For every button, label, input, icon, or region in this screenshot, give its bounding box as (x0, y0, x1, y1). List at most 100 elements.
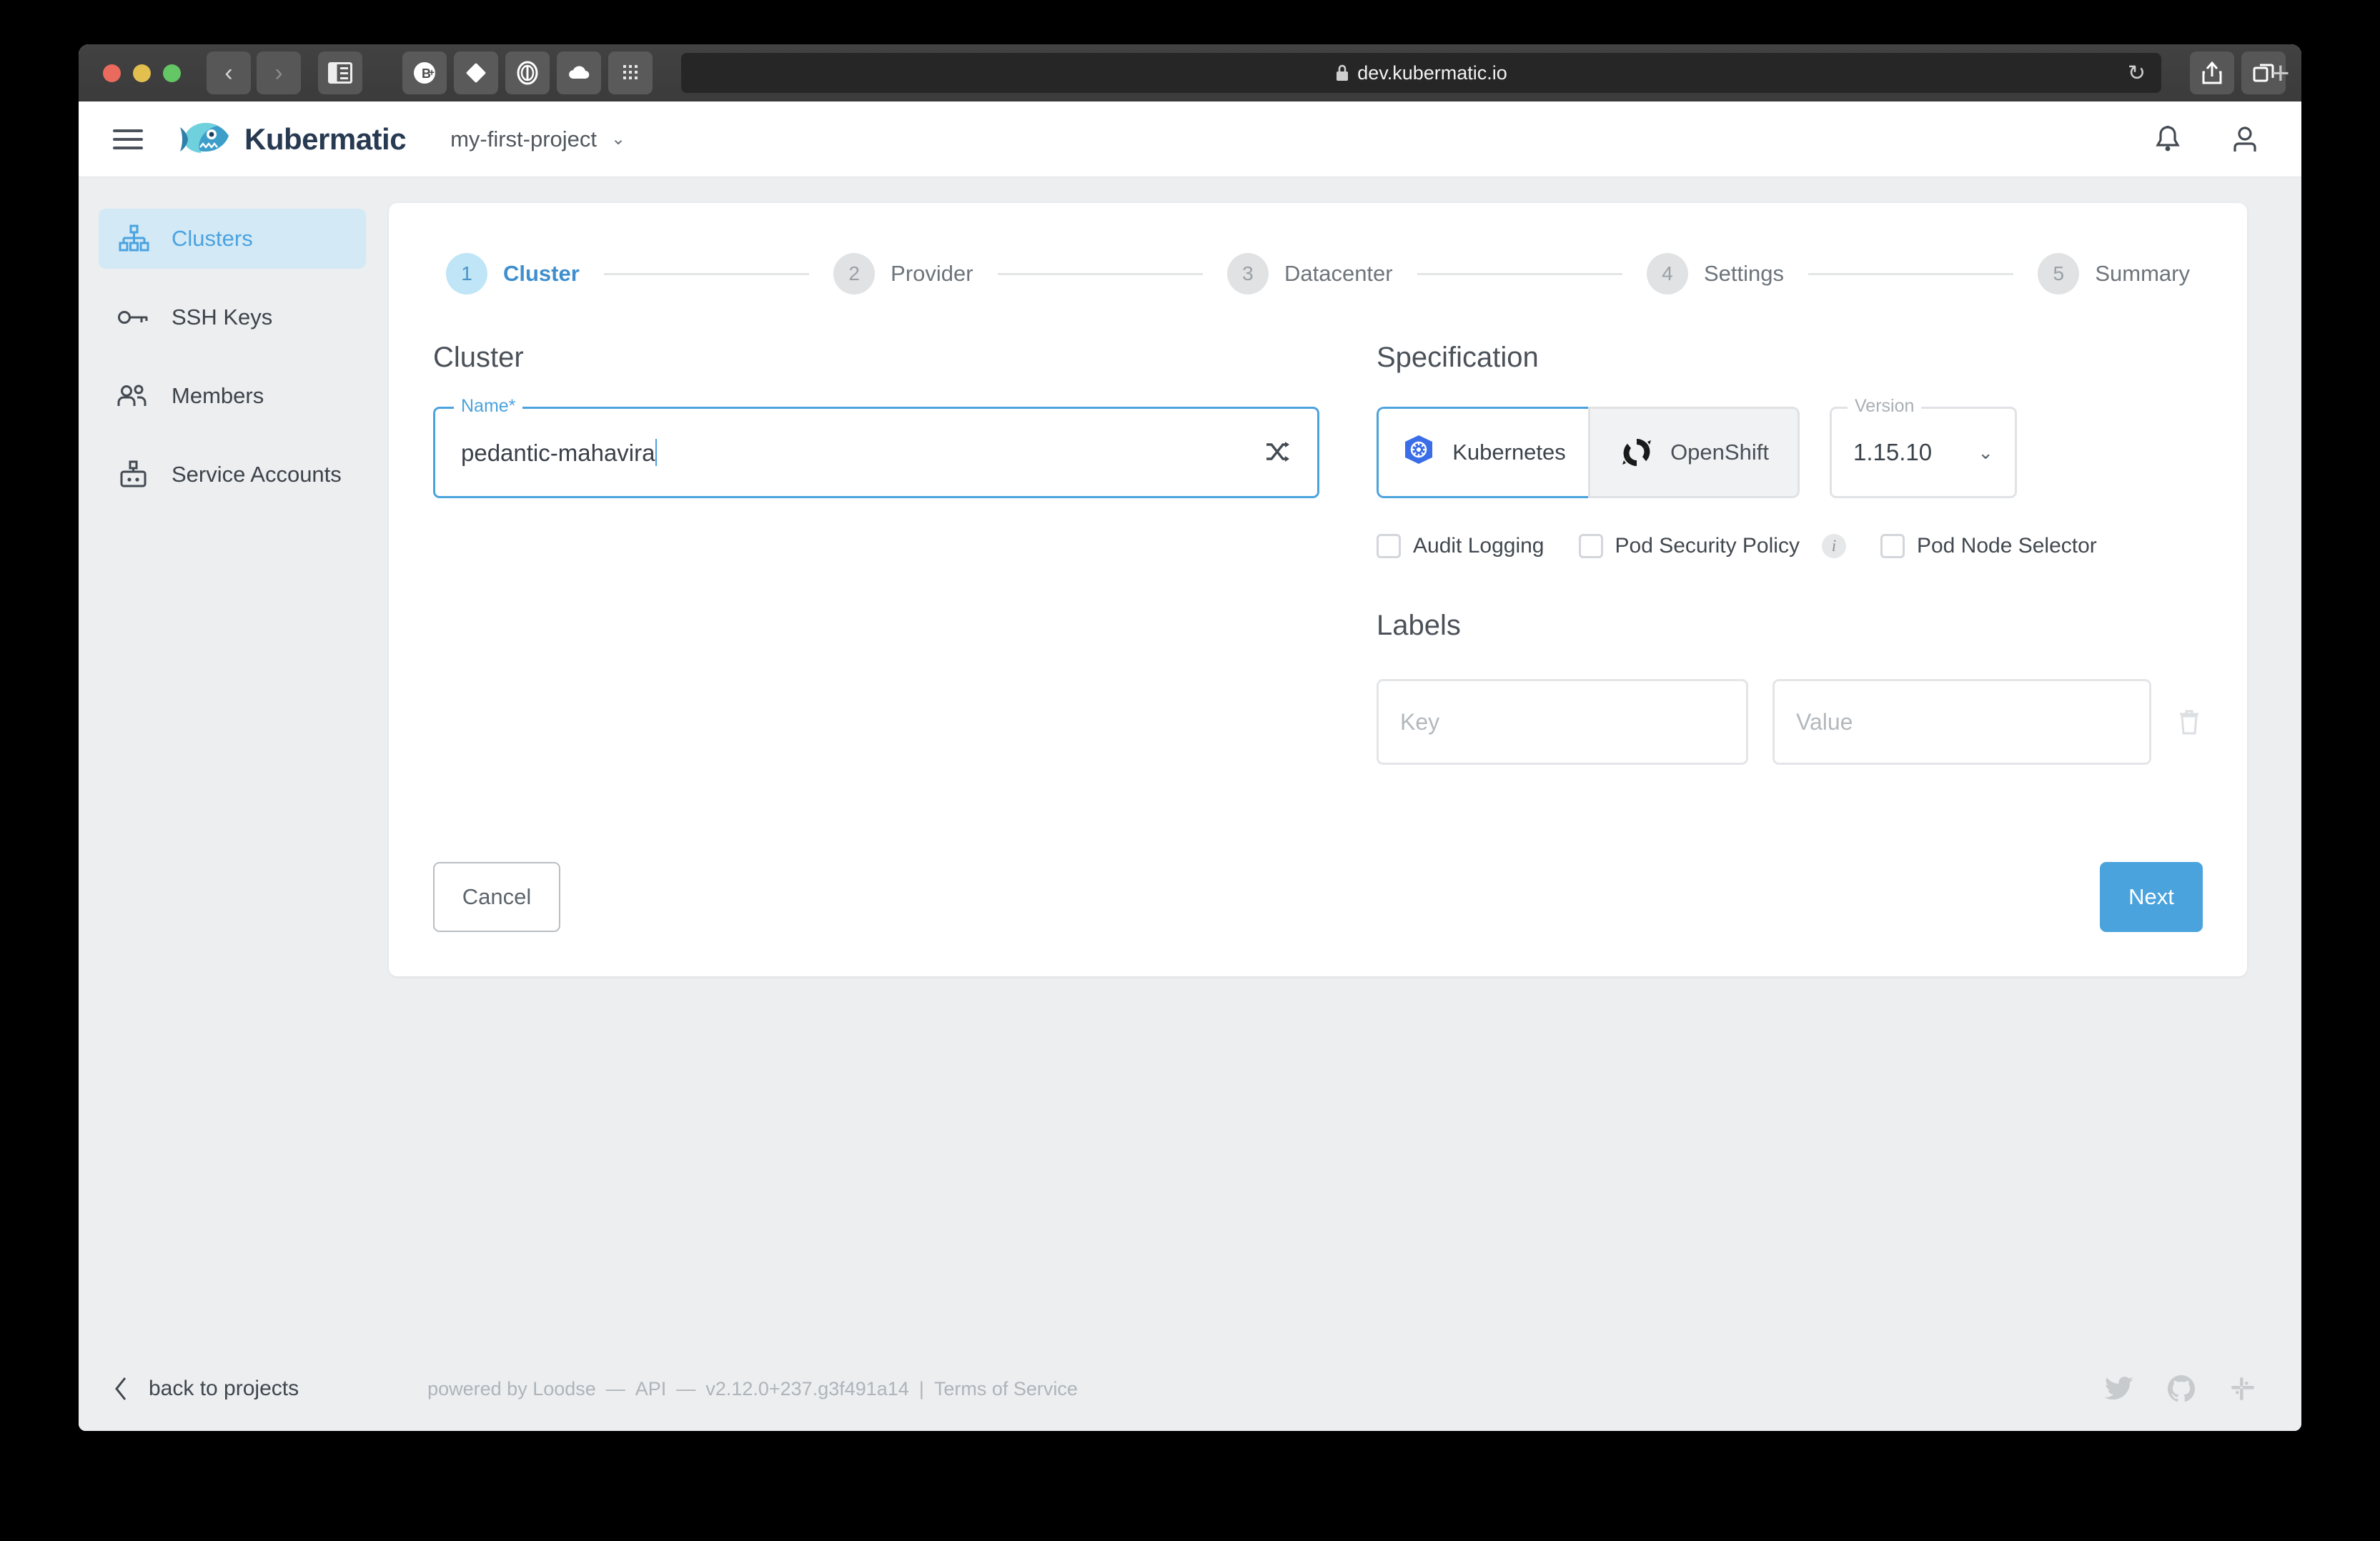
browser-window: ‹ › B + dev.kubermatic.io ↻ Kubermatic m… (79, 44, 2301, 1431)
audit-logging-checkbox[interactable]: Audit Logging (1377, 534, 1544, 558)
service-account-robot-icon (117, 460, 150, 489)
brand-name: Kubermatic (244, 122, 407, 156)
checkbox-box[interactable] (1578, 534, 1603, 558)
terms-of-service-link[interactable]: Terms of Service (934, 1378, 1078, 1400)
step-summary[interactable]: 5 Summary (2038, 253, 2190, 294)
sidebar-item-ssh-keys[interactable]: SSH Keys (99, 287, 366, 347)
slack-icon[interactable] (2228, 1374, 2257, 1403)
cluster-column: Cluster Name* pedantic-mahavira (433, 342, 1319, 765)
spec-options[interactable]: Audit Logging Pod Security Policy i Pod (1377, 534, 2203, 558)
wizard-stepper[interactable]: 1 Cluster 2 Provider 3 Datacenter 4 Sett… (433, 242, 2203, 294)
step-number: 4 (1646, 253, 1688, 294)
label-value-placeholder: Value (1796, 708, 1853, 735)
sidebar: Clusters SSH Keys Members Service Accoun… (79, 177, 382, 1347)
chevron-down-icon: ⌄ (1978, 441, 1993, 463)
checkbox-box[interactable] (1377, 534, 1401, 558)
hamburger-menu-icon[interactable] (113, 129, 143, 149)
openshift-toggle[interactable]: OpenShift (1588, 407, 1800, 498)
sidebar-item-label: Service Accounts (172, 462, 342, 487)
step-datacenter[interactable]: 3 Datacenter (1226, 253, 1393, 294)
checkbox-label: Pod Security Policy (1615, 534, 1800, 558)
step-cluster[interactable]: 1 Cluster (446, 253, 580, 294)
step-settings[interactable]: 4 Settings (1646, 253, 1784, 294)
text-caret (655, 438, 658, 466)
forward-arrow-icon[interactable]: › (257, 51, 301, 94)
cluster-heading: Cluster (433, 342, 524, 373)
cluster-name-label: Name* (454, 396, 523, 417)
key-icon (117, 308, 150, 327)
orchestrator-toggle-group[interactable]: Kubernetes OpenShift (1377, 407, 1800, 498)
close-window-button[interactable] (103, 64, 121, 82)
sidebar-item-members[interactable]: Members (99, 366, 366, 426)
version-select[interactable]: Version 1.15.10 ⌄ (1830, 396, 2017, 498)
project-selector[interactable]: my-first-project ⌄ (450, 127, 625, 152)
cancel-button[interactable]: Cancel (433, 862, 560, 932)
github-icon[interactable] (2167, 1374, 2196, 1403)
provider-and-version: Kubernetes OpenShift Version 1.15.10 ⌄ (1377, 396, 2203, 498)
adblock-hand-icon[interactable] (454, 51, 498, 94)
pod-security-policy-checkbox[interactable]: Pod Security Policy i (1578, 534, 1846, 558)
wizard-card: 1 Cluster 2 Provider 3 Datacenter 4 Sett… (389, 203, 2247, 976)
checkbox-label: Audit Logging (1413, 534, 1544, 558)
bitwarden-icon[interactable]: B + (402, 51, 447, 94)
reload-icon[interactable]: ↻ (2128, 61, 2146, 86)
api-link[interactable]: API (635, 1378, 667, 1400)
cluster-name-field[interactable]: Name* pedantic-mahavira (433, 396, 1319, 498)
minimize-window-button[interactable] (133, 64, 151, 82)
next-button[interactable]: Next (2100, 862, 2203, 932)
app-footer: back to projects powered by Loodse — API… (79, 1347, 2301, 1431)
back-to-projects-link[interactable]: back to projects (113, 1376, 299, 1402)
cluster-name-value: pedantic-mahavira (461, 439, 655, 466)
clusters-icon (117, 224, 150, 253)
info-icon[interactable]: i (1821, 534, 1846, 558)
maximize-window-button[interactable] (163, 64, 181, 82)
apps-grid-icon[interactable] (608, 51, 653, 94)
checkbox-box[interactable] (1880, 534, 1905, 558)
cluster-name-input[interactable]: pedantic-mahavira (461, 438, 658, 467)
brand-logo[interactable]: Kubermatic (179, 119, 407, 160)
step-number: 1 (446, 253, 487, 294)
step-label: Summary (2095, 261, 2190, 286)
sidebar-item-label: SSH Keys (172, 304, 273, 329)
browser-extensions[interactable]: B + (402, 51, 653, 94)
pod-node-selector-checkbox[interactable]: Pod Node Selector (1880, 534, 2097, 558)
step-number: 3 (1226, 253, 1269, 294)
checkbox-label: Pod Node Selector (1916, 534, 2097, 558)
user-account-icon[interactable] (2230, 123, 2260, 156)
twitter-icon[interactable] (2104, 1376, 2134, 1402)
sidebar-item-label: Members (172, 383, 264, 408)
kubernetes-logo (1401, 434, 1437, 471)
new-tab-button[interactable]: + (2271, 56, 2290, 91)
project-name: my-first-project (450, 126, 598, 152)
app-body: Clusters SSH Keys Members Service Accoun… (79, 177, 2301, 1347)
sidebar-item-service-accounts[interactable]: Service Accounts (99, 445, 366, 505)
share-icon[interactable] (2190, 51, 2234, 94)
bell-icon[interactable] (2153, 123, 2183, 156)
label-value-input[interactable]: Value (1772, 679, 2151, 765)
footer-dash: — (676, 1377, 696, 1399)
kubernetes-toggle[interactable]: Kubernetes (1377, 407, 1588, 498)
window-controls[interactable] (103, 64, 181, 82)
sidebar-toggle-icon[interactable] (318, 51, 362, 94)
members-icon (117, 385, 150, 407)
powered-by-label: powered by Loodse (427, 1377, 596, 1399)
topbar-actions[interactable] (2153, 123, 2260, 156)
label-key-input[interactable]: Key (1377, 679, 1748, 765)
openshift-logo (1619, 435, 1655, 470)
shuffle-icon[interactable] (1264, 440, 1291, 465)
step-provider[interactable]: 2 Provider (833, 253, 973, 294)
sidebar-item-clusters[interactable]: Clusters (99, 209, 366, 269)
address-bar[interactable]: dev.kubermatic.io ↻ (681, 53, 2161, 93)
step-label: Cluster (503, 261, 580, 286)
step-connector (1417, 272, 1622, 275)
sidebar-item-label: Clusters (172, 226, 253, 251)
labels-heading: Labels (1377, 610, 1461, 641)
toggle-label: Kubernetes (1452, 440, 1566, 465)
navigation-buttons[interactable]: ‹ › (207, 51, 301, 94)
ghostery-icon[interactable] (505, 51, 550, 94)
specification-heading: Specification (1377, 342, 1539, 373)
social-links[interactable] (2104, 1374, 2257, 1403)
back-arrow-icon[interactable]: ‹ (207, 51, 251, 94)
cloud-icon[interactable] (557, 51, 601, 94)
trash-icon[interactable] (2176, 707, 2203, 737)
